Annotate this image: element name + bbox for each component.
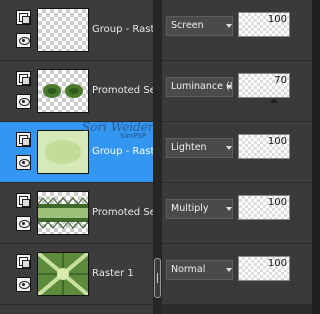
chevron-down-icon (226, 146, 232, 150)
layer-row-raster-1[interactable]: Raster 1 (0, 244, 153, 305)
blend-mode-dropdown[interactable]: Luminance (L) (166, 77, 233, 97)
layer-props-row: Lighten 100 (162, 122, 312, 183)
chevron-down-icon (226, 85, 232, 89)
layer-thumbnail (37, 8, 89, 52)
layer-thumbnail (37, 130, 89, 174)
visibility-eye-icon[interactable] (16, 33, 31, 48)
blend-mode-dropdown[interactable]: Multiply (166, 199, 233, 219)
blend-mode-dropdown[interactable]: Lighten (166, 138, 233, 158)
opacity-value: 100 (267, 14, 287, 25)
layer-type-icon[interactable] (16, 71, 31, 86)
layer-row-promoted-selection[interactable]: Promoted Selection (0, 61, 153, 122)
layer-type-icon[interactable] (16, 10, 31, 25)
visibility-eye-icon[interactable] (16, 94, 31, 109)
layer-thumbnail (37, 252, 89, 296)
layer-name: Group - Raster 2 (92, 146, 153, 157)
opacity-field[interactable]: 100 (238, 134, 290, 159)
visibility-eye-icon[interactable] (16, 216, 31, 231)
layer-row-group-raster-2[interactable]: Group - Raster 2 (0, 0, 153, 61)
opacity-field[interactable]: 70 (238, 73, 290, 98)
layer-row-promoted-selection-2[interactable]: Promoted Selection (0, 183, 153, 244)
layer-name: Promoted Selection (92, 85, 153, 96)
opacity-value: 70 (274, 75, 287, 86)
opacity-value: 100 (267, 197, 287, 208)
layer-type-icon[interactable] (16, 254, 31, 269)
visibility-eye-icon[interactable] (16, 155, 31, 170)
layer-list: Group - Raster 2 Promoted Selection (0, 0, 156, 314)
blend-mode-dropdown[interactable]: Normal (166, 260, 233, 280)
layer-type-icon[interactable] (16, 132, 31, 147)
layers-panel: Group - Raster 2 Promoted Selection (0, 0, 312, 314)
opacity-slider-caret-icon[interactable] (270, 98, 278, 103)
layer-name: Group - Raster 2 (92, 24, 153, 35)
chevron-down-icon (226, 24, 232, 28)
opacity-field[interactable]: 100 (238, 12, 290, 37)
layer-props-row: Screen 100 (162, 0, 312, 61)
layer-name: Promoted Selection (92, 207, 153, 218)
layer-name: Raster 1 (92, 268, 134, 279)
blend-mode-dropdown[interactable]: Screen (166, 16, 233, 36)
layer-row-group-raster-2-selected[interactable]: Group - Raster 2 Sori Weiden SimPSP (0, 120, 156, 183)
visibility-eye-icon[interactable] (16, 277, 31, 292)
chevron-down-icon (226, 207, 232, 211)
layer-props-row: Normal 100 (162, 244, 312, 305)
opacity-field[interactable]: 100 (238, 256, 290, 281)
layer-props-row: Multiply 100 (162, 183, 312, 244)
layer-type-icon[interactable] (16, 193, 31, 208)
chevron-down-icon (226, 268, 232, 272)
opacity-field[interactable]: 100 (238, 195, 290, 220)
opacity-value: 100 (267, 258, 287, 269)
layer-thumbnail (37, 69, 89, 113)
splitter-handle[interactable] (154, 258, 161, 298)
opacity-value: 100 (267, 136, 287, 147)
watermark-sub: SimPSP (120, 132, 147, 140)
layer-props-row: Luminance (L) 70 (162, 61, 312, 122)
layer-thumbnail (37, 191, 89, 235)
